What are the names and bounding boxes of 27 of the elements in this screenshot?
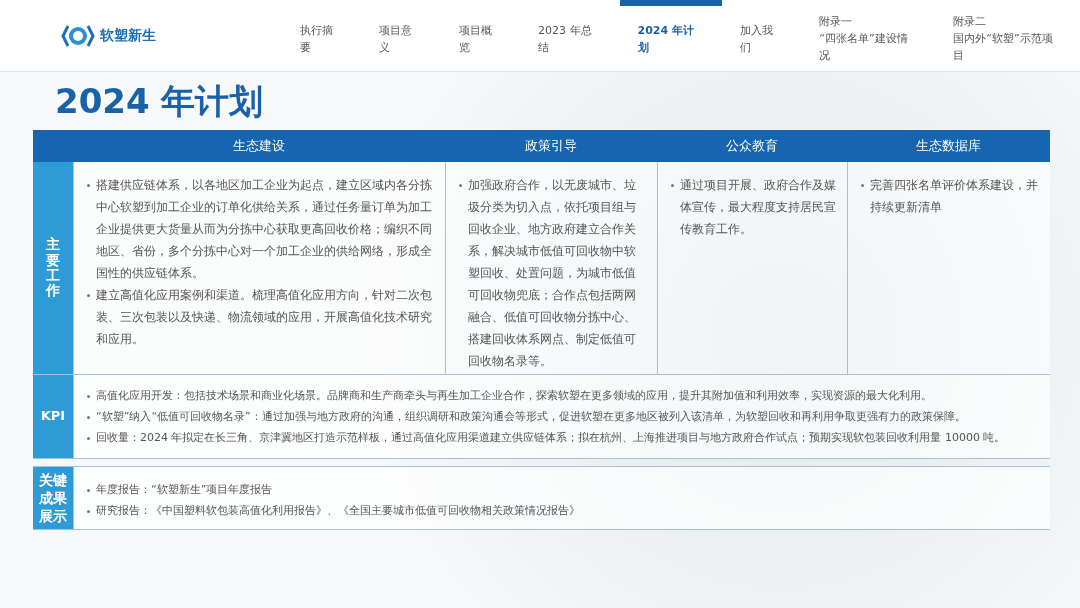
- nav-tab[interactable]: 加入我们: [722, 0, 802, 71]
- row-label: 主要工作: [46, 237, 60, 299]
- bullet-text: “软塑”纳入“低值可回收物名录”：通过加强与地方政府的沟通，组织调研和政策沟通会等形式，促进软塑在更多地区被列入该清单，为软塑回收和再利用争取更强有力的政策保障。: [86, 406, 1040, 427]
- page-title: 2024 年计划: [55, 80, 265, 122]
- nav-tab[interactable]: 项目概览: [440, 0, 520, 71]
- column-header: 政策引导: [524, 137, 578, 155]
- bullet-text: 加强政府合作，以无废城市、垃圾分类为切入点，依托项目组与回收企业、地方政府建立合作关系，解决城市低值可回收物中软塑回收、处置问题，为城市低值可回收物兜底；合作点包括两网融合、低值可回收物分拣中心、搭建回收体系网点、制定低值可回收物名录等。: [458, 174, 647, 372]
- logo-name: 软塑新生: [100, 26, 156, 45]
- row-label: KPI: [40, 409, 66, 424]
- nav-tab[interactable]: 附录一 “四张名单”建设情况: [801, 0, 936, 71]
- bullet-text: 研究报告：《中国塑料软包装高值化利用报告》、《全国主要城市低值可回收物相关政策情况报告》: [86, 500, 1040, 521]
- bullet-text: 搭建供应链体系，以各地区加工企业为起点，建立区域内各分拣中心软塑到加工企业的订单化供给关系，通过任务量订单为加工企业提供更大货量从而为分拣中心获取更高回收价格；编织不同地区、省份，多个分拣中心对一个加工企业的供给网络，形成全国性的供应链体系。: [86, 174, 435, 284]
- nav-tab[interactable]: 附录二 国内外“软塑”示范项目: [935, 0, 1080, 71]
- bullet-text: 通过项目开展、政府合作及媒体宣传，最大程度支持居民宣传教育工作。: [670, 174, 837, 240]
- nav-tab[interactable]: 2023 年总结: [520, 0, 620, 71]
- nav-tab[interactable]: 2024 年计划: [619, 0, 722, 71]
- bullet-text: 完善四张名单评价体系建设，并持续更新清单: [860, 174, 1040, 218]
- bullet-text: 回收量：2024 年拟定在长三角、京津冀地区打造示范样板，通过高值化应用渠道建立供应链体系；拟在杭州、上海推进项目与地方政府合作试点；预期实现软包装回收利用量 10000 吨。: [86, 427, 1040, 448]
- column-header: 公众教育: [725, 137, 779, 155]
- bullet-text: 高值化应用开发：包括技术场景和商业化场景。品牌商和生产商牵头与再生加工企业合作，探索软塑在更多领域的应用，提升其附加值和利用效率，实现资源的最大化利用。: [86, 385, 1040, 406]
- nav-tab[interactable]: 项目意义: [361, 0, 441, 71]
- column-header: 生态数据库: [915, 137, 982, 155]
- bullet-text: 年度报告：“软塑新生”项目年度报告: [86, 479, 1040, 500]
- bullet-text: 建立高值化应用案例和渠道。梳理高值化应用方向，针对二次包装、三次包装以及快递、物流领域的应用，开展高值化技术研究和应用。: [86, 284, 435, 350]
- row-label: 关键成果展示: [39, 470, 67, 526]
- nav-tab[interactable]: 执行摘要: [282, 0, 362, 71]
- column-header: 生态建设: [232, 137, 286, 155]
